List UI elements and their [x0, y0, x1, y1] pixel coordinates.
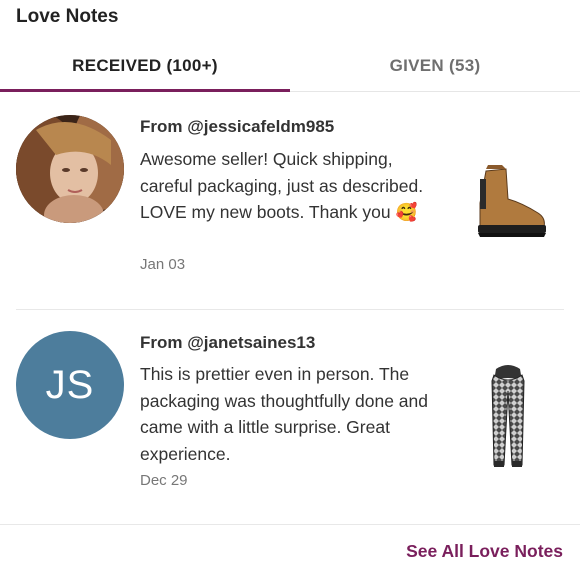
note-sender[interactable]: From @jessicafeldm985 — [140, 117, 334, 137]
note-divider — [16, 309, 564, 310]
note-date: Jan 03 — [140, 256, 186, 273]
see-all-love-notes-link[interactable]: See All Love Notes — [406, 541, 563, 562]
smiling-hearts-emoji-icon: 🥰 — [395, 202, 418, 222]
love-notes-tabs: RECEIVED (100+) GIVEN (53) — [0, 44, 580, 94]
product-thumbnail[interactable] — [478, 361, 554, 467]
avatar[interactable]: JS — [16, 331, 124, 439]
tab-given[interactable]: GIVEN (53) — [290, 44, 580, 88]
footer-divider — [0, 524, 580, 525]
note-date: Dec 29 — [140, 472, 188, 489]
product-thumbnail[interactable] — [472, 163, 548, 255]
note-message: Awesome seller! Quick shipping, careful … — [140, 149, 424, 222]
note-text: This is prettier even in person. The pac… — [140, 364, 428, 464]
note-text: Awesome seller! Quick shipping, careful … — [140, 146, 440, 226]
active-tab-indicator — [0, 89, 290, 92]
note-sender[interactable]: From @janetsaines13 — [140, 333, 315, 353]
tab-received[interactable]: RECEIVED (100+) — [0, 44, 290, 88]
knit-scarf-icon — [491, 365, 525, 467]
chelsea-boot-icon — [478, 165, 546, 237]
avatar[interactable] — [16, 115, 124, 223]
page-title: Love Notes — [16, 6, 119, 27]
avatar-photo-icon — [16, 115, 124, 223]
